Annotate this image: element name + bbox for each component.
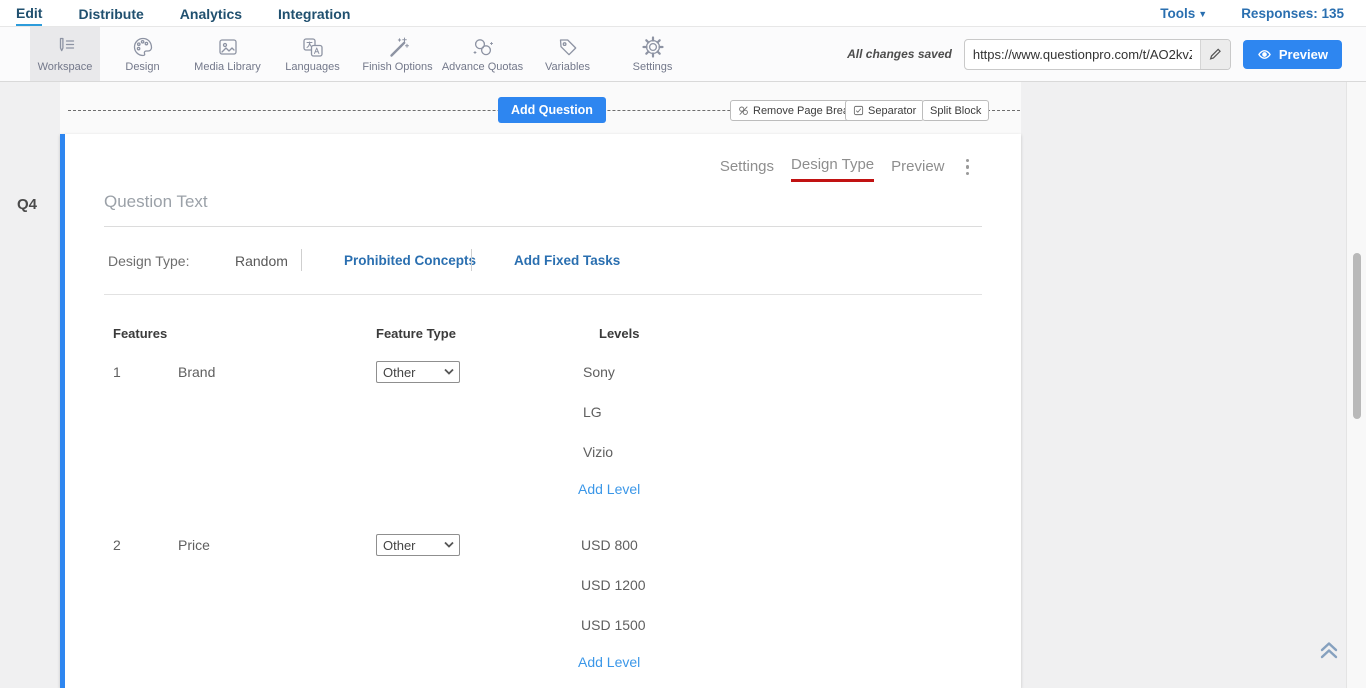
question-card: Settings Design Type Preview Design Type… — [60, 134, 1021, 688]
design-type-label: Design Type: — [108, 253, 189, 269]
toolbar-item-label: Languages — [285, 61, 339, 73]
nav-tab-integration[interactable]: Integration — [278, 2, 350, 25]
toolbar-item-languages[interactable]: Languages — [270, 27, 355, 81]
scroll-to-top-button[interactable] — [1316, 638, 1342, 662]
add-level-link[interactable]: Add Level — [578, 654, 640, 670]
double-chevron-up-icon — [1316, 638, 1342, 662]
question-text-input[interactable] — [104, 186, 982, 227]
feature-name: Brand — [178, 364, 215, 380]
add-question-button[interactable]: Add Question — [498, 97, 606, 123]
autosave-status: All changes saved — [847, 47, 952, 61]
toolbar-item-label: Finish Options — [362, 61, 432, 73]
checkbox-checked-icon — [853, 105, 864, 116]
toolbar-item-advance-quotas[interactable]: Advance Quotas — [440, 27, 525, 81]
top-nav: Edit Distribute Analytics Integration To… — [0, 0, 1366, 27]
toolbar-item-finish-options[interactable]: Finish Options — [355, 27, 440, 81]
toolbar-item-settings[interactable]: Settings — [610, 27, 695, 81]
level-item: USD 1200 — [581, 577, 646, 593]
share-url-input[interactable] — [965, 40, 1200, 69]
add-fixed-tasks-link[interactable]: Add Fixed Tasks — [514, 253, 620, 268]
vertical-scrollbar-track[interactable] — [1346, 82, 1366, 688]
tab-preview[interactable]: Preview — [891, 158, 944, 181]
image-icon — [217, 36, 239, 58]
tools-menu[interactable]: Tools▼ — [1160, 6, 1207, 21]
feature-type-select-wrap: Other — [376, 361, 460, 383]
tab-settings[interactable]: Settings — [720, 158, 774, 181]
share-url-box — [964, 39, 1231, 70]
question-number-label: Q4 — [17, 196, 37, 213]
toolbar-item-label: Workspace — [38, 61, 93, 73]
pencil-icon — [1208, 47, 1222, 61]
editor-toolbar: Workspace Design Media Library Languages… — [0, 27, 1366, 82]
split-block-button[interactable]: Split Block — [922, 100, 989, 121]
toolbar-items: Workspace Design Media Library Languages… — [30, 27, 695, 81]
level-item: LG — [583, 404, 602, 420]
responses-link[interactable]: Responses: 135 — [1241, 6, 1344, 21]
edit-url-button[interactable] — [1200, 40, 1230, 69]
toolbar-right: All changes saved Preview — [847, 27, 1366, 81]
feature-name: Price — [178, 537, 210, 553]
top-nav-right: Tools▼ Responses: 135 — [1160, 6, 1366, 21]
divider — [471, 249, 472, 271]
column-header-levels: Levels — [599, 326, 639, 341]
toolbar-item-media-library[interactable]: Media Library — [185, 27, 270, 81]
chevron-down-icon: ▼ — [1198, 9, 1207, 19]
tag-icon — [557, 36, 579, 58]
workspace-icon — [54, 36, 76, 58]
eye-icon — [1257, 48, 1272, 61]
column-header-feature-type: Feature Type — [376, 326, 456, 341]
feature-type-select[interactable]: Other — [376, 534, 460, 556]
toolbar-item-label: Settings — [633, 61, 673, 73]
toolbar-item-label: Media Library — [194, 61, 261, 73]
magic-wand-icon — [387, 36, 409, 58]
vertical-scrollbar-thumb[interactable] — [1353, 253, 1361, 419]
column-header-features: Features — [113, 326, 167, 341]
remove-page-break-button[interactable]: Remove Page Break — [730, 100, 863, 121]
add-level-link[interactable]: Add Level — [578, 481, 640, 497]
feature-row-number: 2 — [113, 537, 121, 553]
nav-tab-analytics[interactable]: Analytics — [180, 2, 242, 25]
palette-icon — [132, 36, 154, 58]
toolbar-item-label: Advance Quotas — [442, 61, 523, 73]
feature-type-select[interactable]: Other — [376, 361, 460, 383]
toolbar-item-workspace[interactable]: Workspace — [30, 27, 100, 81]
tab-design-type[interactable]: Design Type — [791, 156, 874, 182]
design-type-value[interactable]: Random — [235, 253, 288, 269]
feature-type-select-wrap: Other — [376, 534, 460, 556]
prohibited-concepts-link[interactable]: Prohibited Concepts — [344, 253, 476, 268]
chain-link-icon — [472, 36, 494, 58]
separator-button[interactable]: Separator — [845, 100, 924, 121]
remove-link-icon — [738, 105, 749, 116]
toolbar-item-label: Design — [125, 61, 159, 73]
toolbar-item-variables[interactable]: Variables — [525, 27, 610, 81]
level-item: USD 1500 — [581, 617, 646, 633]
nav-tab-edit[interactable]: Edit — [16, 1, 42, 26]
workspace-canvas: Q4 Add Question Remove Page Break Separa… — [0, 82, 1366, 688]
translate-icon — [302, 36, 324, 58]
top-nav-items: Edit Distribute Analytics Integration — [0, 1, 350, 26]
toolbar-item-label: Variables — [545, 61, 590, 73]
nav-tab-distribute[interactable]: Distribute — [78, 2, 143, 25]
more-options-kebab-icon[interactable] — [962, 157, 974, 178]
questionpro-survey-editor: Edit Distribute Analytics Integration To… — [0, 0, 1366, 688]
toolbar-item-design[interactable]: Design — [100, 27, 185, 81]
preview-button[interactable]: Preview — [1243, 40, 1342, 69]
section-divider — [104, 294, 982, 295]
level-item: Vizio — [583, 444, 613, 460]
feature-row-number: 1 — [113, 364, 121, 380]
question-tabs: Settings Design Type Preview — [720, 156, 973, 182]
divider — [301, 249, 302, 271]
level-item: USD 800 — [581, 537, 638, 553]
gear-icon — [642, 36, 664, 58]
level-item: Sony — [583, 364, 615, 380]
